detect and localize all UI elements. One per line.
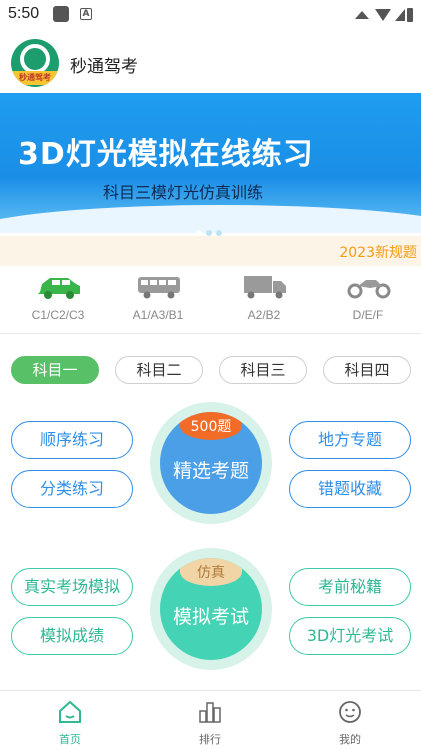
simulation-badge: 仿真 (180, 558, 242, 586)
app-header: 秒通驾考 秒通驾考 (0, 30, 421, 92)
nav-home[interactable]: 首页 (30, 697, 110, 747)
wifi-icon (375, 9, 391, 21)
vehicle-label: D/E/F (352, 308, 384, 322)
vehicle-type-selector: C1/C2/C3 A1/A3/B1 A2/B2 D/E/F (0, 268, 421, 334)
tab-subject-3[interactable]: 科目三 (219, 356, 307, 384)
nav-home-label: 首页 (59, 733, 81, 746)
bus-icon (138, 277, 180, 299)
notice-bar[interactable]: 2023新规题 (0, 236, 421, 266)
signal-icon (395, 9, 405, 21)
notification-icon (53, 6, 69, 22)
app-logo: 秒通驾考 (11, 39, 59, 87)
logo-label: 秒通驾考 (11, 71, 59, 85)
wrong-questions-button[interactable]: 错题收藏 (289, 470, 411, 508)
vehicle-label: C1/C2/C3 (31, 308, 85, 322)
mock-scores-button[interactable]: 模拟成绩 (11, 617, 133, 655)
vehicle-label: A2/B2 (247, 308, 281, 322)
home-icon (59, 700, 81, 723)
banner-headline: 3D灯光模拟在线练习 (18, 137, 314, 172)
vehicle-item-motorcycle[interactable]: D/E/F (318, 268, 418, 334)
data-arrows-icon (355, 11, 369, 19)
nav-profile[interactable]: 我的 (310, 697, 390, 747)
featured-questions-circle: 500题 精选考题 (160, 412, 262, 514)
banner-subline: 科目三模灯光仿真训练 (103, 183, 264, 202)
truck-icon (244, 276, 286, 299)
featured-questions-label: 精选考题 (172, 460, 249, 482)
exam-tips-button[interactable]: 考前秘籍 (289, 568, 411, 606)
car-icon (38, 278, 80, 299)
tab-subject-1[interactable]: 科目一 (11, 356, 99, 384)
system-status-icons (355, 8, 413, 22)
notice-text: 2023新规题 (339, 245, 417, 261)
local-topics-button[interactable]: 地方专题 (289, 421, 411, 459)
motorcycle-icon (347, 280, 391, 299)
tab-subject-4[interactable]: 科目四 (323, 356, 411, 384)
mock-exam-label: 模拟考试 (172, 606, 249, 628)
font-notification-icon: A (80, 8, 92, 20)
mock-exam-circle: 仿真 模拟考试 (160, 558, 262, 660)
app-title: 秒通驾考 (70, 57, 138, 77)
featured-questions-button[interactable]: 500题 精选考题 (150, 402, 272, 524)
nav-profile-label: 我的 (339, 733, 361, 746)
ranking-icon (199, 702, 221, 723)
nav-ranking-label: 排行 (199, 733, 221, 746)
real-exam-simulation-button[interactable]: 真实考场模拟 (11, 568, 133, 606)
profile-icon (339, 701, 361, 723)
3d-light-exam-button[interactable]: 3D灯光考试 (289, 617, 411, 655)
vehicle-label: A1/A3/B1 (132, 308, 184, 322)
steering-wheel-icon (20, 44, 50, 74)
vehicle-item-truck[interactable]: A2/B2 (214, 268, 314, 334)
question-count-badge: 500题 (180, 412, 242, 440)
status-time: 5:50 (8, 5, 40, 22)
bottom-navigation: 首页 排行 我的 (0, 690, 421, 750)
category-practice-button[interactable]: 分类练习 (11, 470, 133, 508)
tab-subject-2[interactable]: 科目二 (115, 356, 203, 384)
vehicle-item-car[interactable]: C1/C2/C3 (8, 268, 108, 334)
promo-banner[interactable]: 3D灯光模拟在线练习 科目三模灯光仿真训练 (0, 93, 421, 233)
vehicle-item-bus[interactable]: A1/A3/B1 (108, 268, 208, 334)
subject-tabs: 科目一 科目二 科目三 科目四 (0, 356, 421, 386)
battery-icon (407, 8, 413, 22)
status-bar: 5:50 A (0, 0, 421, 30)
sequential-practice-button[interactable]: 顺序练习 (11, 421, 133, 459)
mock-exam-button[interactable]: 仿真 模拟考试 (150, 548, 272, 670)
nav-ranking[interactable]: 排行 (170, 697, 250, 747)
